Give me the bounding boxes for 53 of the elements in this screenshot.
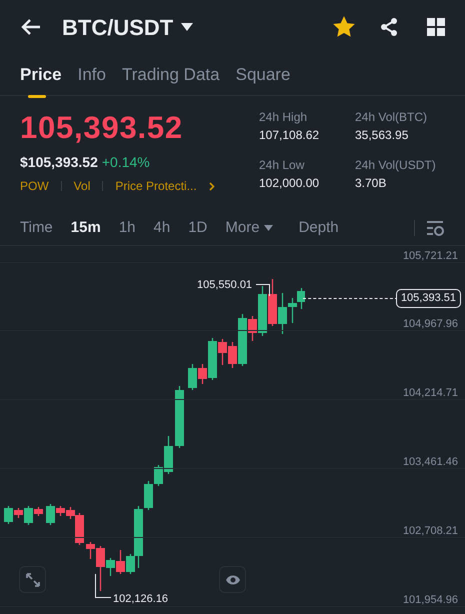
settings-icon[interactable]	[427, 220, 445, 236]
tab[interactable]: Square	[236, 62, 290, 100]
last-price: 105,393.52	[20, 109, 184, 147]
timeframe-tab[interactable]: 1h	[118, 216, 136, 240]
stat-label: 24h Vol(BTC)	[355, 109, 428, 126]
stat-value: 107,108.62	[259, 127, 320, 144]
eye-icon	[224, 574, 240, 586]
candle	[188, 364, 197, 390]
star-icon[interactable]	[333, 16, 355, 38]
stat-label: 24h Vol(USDT)	[355, 157, 437, 174]
expand-icon	[26, 572, 40, 586]
timeframe-tab[interactable]: 1D	[188, 216, 208, 240]
stat-value: 3.70B	[355, 175, 388, 192]
tag-link[interactable]: Price Protecti...	[115, 177, 197, 195]
chevron-right-icon[interactable]	[208, 182, 215, 190]
leader-line	[95, 574, 111, 598]
pair-title[interactable]: BTC/USDT	[62, 10, 174, 44]
candle	[268, 279, 277, 326]
current-price-tag: 105,393.51	[396, 289, 461, 308]
tag-link[interactable]: Vol	[74, 177, 90, 195]
share-icon[interactable]	[379, 17, 399, 37]
candle	[175, 386, 184, 448]
price-axis-label: 105,721.21	[402, 249, 458, 264]
timeframe-tab[interactable]: 15m	[70, 216, 101, 240]
price-axis-label: 104,214.71	[402, 386, 458, 401]
price-axis-label: 103,461.46	[402, 455, 458, 470]
fiat-price: $105,393.52	[20, 153, 98, 172]
tag-link[interactable]: POW	[20, 177, 49, 195]
stat-value: 102,000.00	[259, 175, 320, 192]
stat-value: 35,563.95	[355, 127, 410, 144]
visibility-button[interactable]	[219, 566, 246, 593]
candle	[116, 550, 125, 574]
back-arrow-icon[interactable]	[20, 17, 42, 37]
fullscreen-button[interactable]	[19, 566, 46, 593]
timeframe-tab[interactable]: 4h	[154, 216, 170, 240]
tab[interactable]: Trading Data	[122, 62, 220, 100]
timeframe-tab[interactable]: More	[225, 216, 273, 240]
stat-label: 24h Low	[259, 157, 306, 174]
tab[interactable]: Price	[20, 62, 62, 100]
price-axis-label: 101,954.96	[402, 593, 458, 608]
high-price-label: 105,550.01	[197, 278, 252, 293]
price-change: +0.14%	[102, 153, 150, 172]
stat-label: 24h High	[259, 109, 308, 126]
tab[interactable]: Info	[78, 62, 106, 100]
timeframe-tab[interactable]: Time	[20, 216, 53, 240]
timeframe-tab[interactable]: Depth	[298, 216, 339, 240]
low-price-label: 102,126.16	[113, 592, 168, 607]
leader-line	[256, 284, 270, 296]
caret-icon	[264, 225, 273, 231]
caret-icon[interactable]	[181, 23, 194, 31]
price-axis-label: 104,967.96	[402, 317, 458, 332]
grid-icon[interactable]	[427, 18, 445, 36]
price-axis-label: 102,708.21	[402, 524, 458, 539]
